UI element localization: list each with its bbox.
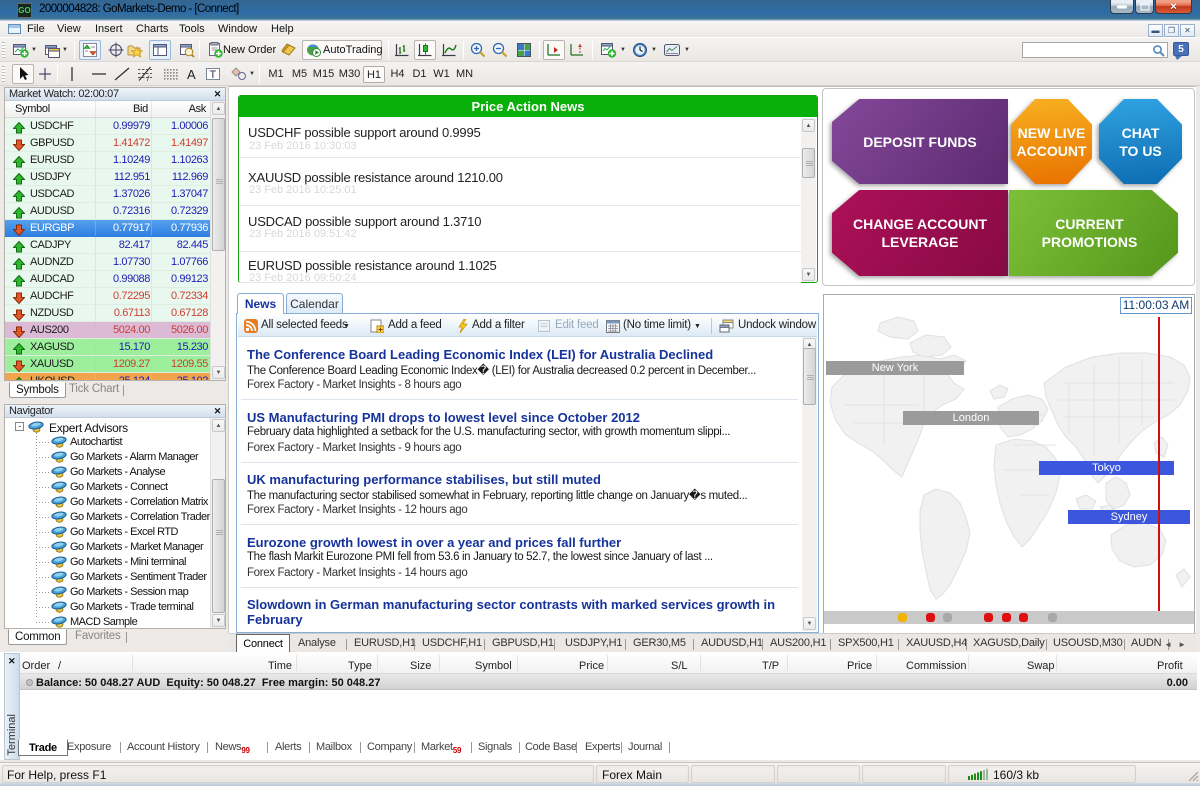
svg-text:T: T bbox=[210, 69, 217, 81]
svg-text:A: A bbox=[187, 67, 196, 82]
svg-text:f: f bbox=[147, 76, 150, 82]
